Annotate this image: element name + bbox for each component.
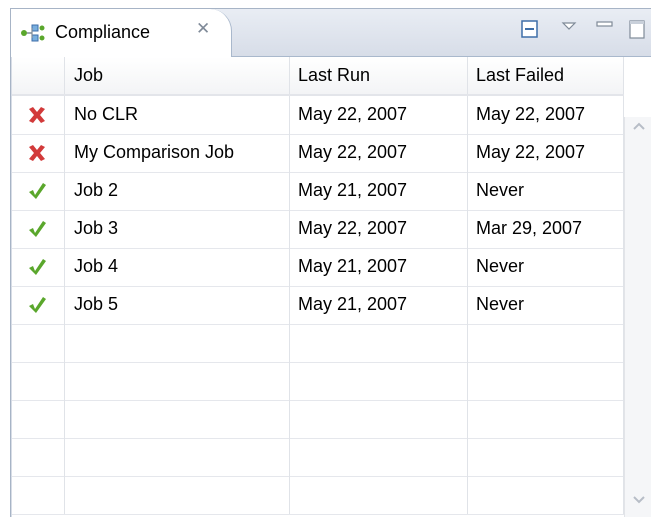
tab-title: Compliance (55, 22, 151, 42)
empty-cell (290, 324, 468, 362)
last-run-cell: May 22, 2007 (290, 134, 468, 172)
table-row[interactable]: Job 2 May 21, 2007 Never (12, 172, 624, 211)
last-failed-cell: Never (468, 286, 624, 324)
empty-cell (468, 324, 624, 362)
scroll-down-icon[interactable] (630, 493, 648, 507)
last-run-cell: May 22, 2007 (290, 210, 468, 248)
job-cell: No CLR (64, 96, 290, 134)
empty-cell (64, 476, 290, 514)
table-header: Job Last Run Last Failed (12, 57, 624, 96)
status-cell (12, 96, 65, 134)
maximize-icon[interactable] (626, 18, 648, 40)
job-cell: Job 3 (64, 210, 290, 248)
last-run-cell: May 21, 2007 (290, 286, 468, 324)
last-failed-cell: May 22, 2007 (468, 96, 624, 134)
close-icon[interactable]: ✕ (196, 19, 210, 39)
passed-status-icon (29, 183, 46, 199)
empty-table-row (12, 476, 624, 515)
job-cell: Job 4 (64, 248, 290, 286)
last-failed-cell: Never (468, 248, 624, 286)
empty-cell (12, 476, 65, 514)
column-header-last-failed[interactable]: Last Failed (468, 57, 624, 94)
empty-cell (64, 362, 290, 400)
empty-table-row (12, 400, 624, 439)
passed-status-icon (29, 221, 46, 237)
table-row[interactable]: Job 5 May 21, 2007 Never (12, 286, 624, 325)
empty-cell (64, 438, 290, 476)
empty-cell (468, 362, 624, 400)
empty-cell (290, 362, 468, 400)
table-row[interactable]: My Comparison Job May 22, 2007 May 22, 200… (12, 134, 624, 173)
empty-cell (468, 476, 624, 514)
empty-cell (12, 438, 65, 476)
status-cell (12, 286, 65, 324)
empty-cell (290, 400, 468, 438)
empty-cell (290, 438, 468, 476)
job-cell: Job 2 (64, 172, 290, 210)
last-run-cell: May 21, 2007 (290, 172, 468, 210)
status-cell (12, 210, 65, 248)
status-cell (12, 248, 65, 286)
empty-table-row (12, 438, 624, 477)
status-cell (12, 134, 65, 172)
empty-cell (64, 400, 290, 438)
column-header-last-run[interactable]: Last Run (290, 57, 468, 94)
vertical-scrollbar[interactable] (624, 117, 651, 517)
empty-cell (468, 400, 624, 438)
empty-table-row (12, 324, 624, 363)
passed-status-icon (29, 297, 46, 313)
empty-cell (290, 476, 468, 514)
scroll-up-icon[interactable] (630, 119, 648, 133)
table-row[interactable]: Job 3 May 22, 2007 Mar 29, 2007 (12, 210, 624, 249)
empty-cell (12, 324, 65, 362)
view-menu-icon[interactable] (559, 18, 581, 40)
job-cell: My Comparison Job (64, 134, 290, 172)
compliance-table: Job Last Run Last Failed No CLR May 22, 2… (11, 57, 651, 517)
compliance-tab[interactable]: Compliance ✕ (11, 9, 232, 57)
compliance-view: Compliance ✕ Job Last Run Last Failed No… (10, 8, 651, 517)
empty-cell (12, 362, 65, 400)
compliance-icon (21, 24, 45, 42)
last-run-cell: May 21, 2007 (290, 248, 468, 286)
last-run-cell: May 22, 2007 (290, 96, 468, 134)
status-column-header[interactable] (12, 57, 65, 94)
last-failed-cell: May 22, 2007 (468, 134, 624, 172)
table-row[interactable]: No CLR May 22, 2007 May 22, 2007 (12, 96, 624, 135)
empty-cell (12, 400, 65, 438)
passed-status-icon (29, 259, 46, 275)
empty-cell (468, 438, 624, 476)
collapse-icon[interactable] (519, 18, 541, 40)
last-failed-cell: Mar 29, 2007 (468, 210, 624, 248)
view-tab-bar: Compliance ✕ (11, 9, 651, 57)
table-row[interactable]: Job 4 May 21, 2007 Never (12, 248, 624, 287)
job-cell: Job 5 (64, 286, 290, 324)
last-failed-cell: Never (468, 172, 624, 210)
failed-status-icon (29, 107, 45, 123)
empty-cell (64, 324, 290, 362)
status-cell (12, 172, 65, 210)
minimize-icon[interactable] (594, 18, 616, 40)
failed-status-icon (29, 145, 45, 161)
column-header-job[interactable]: Job (64, 57, 290, 94)
empty-table-row (12, 362, 624, 401)
